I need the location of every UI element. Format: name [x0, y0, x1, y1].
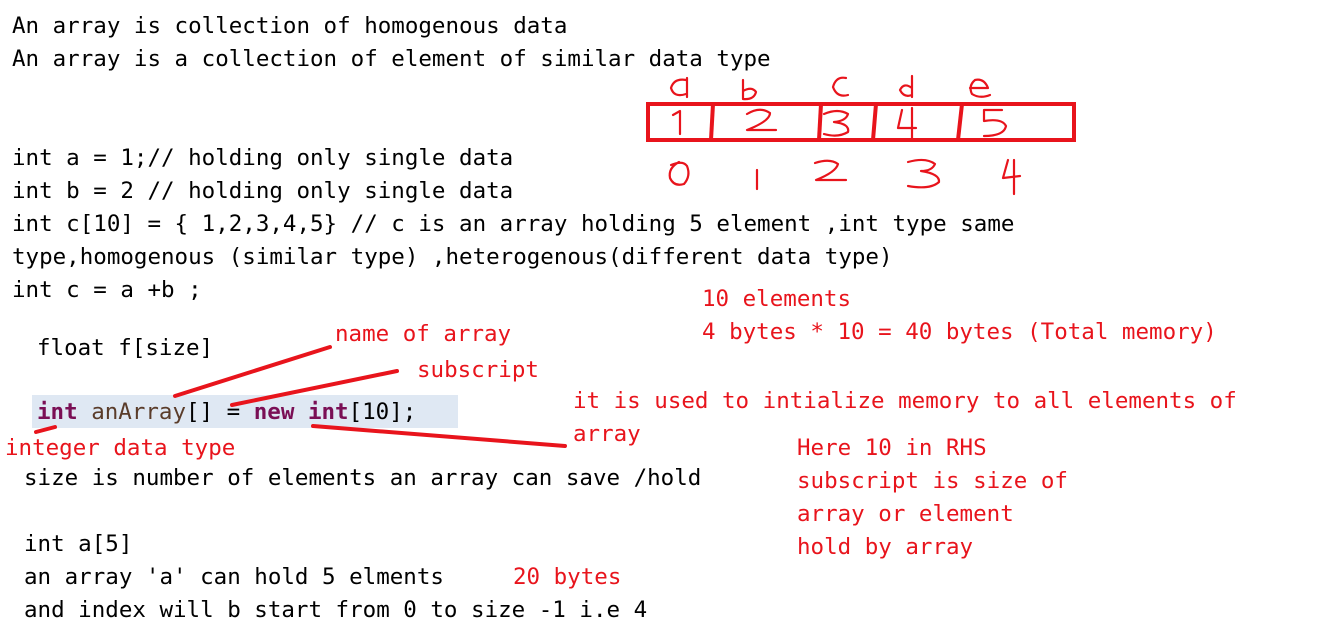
hand-letter-c — [831, 76, 850, 97]
hand-letter-b — [741, 78, 758, 101]
hand-index-2 — [813, 159, 848, 182]
pointer-int — [34, 425, 57, 434]
hand-index-0 — [668, 160, 690, 186]
hand-index-4 — [1001, 158, 1022, 196]
array-box-divider-2 — [817, 103, 823, 141]
hand-value-1 — [671, 109, 682, 136]
array-box-divider-3 — [871, 103, 878, 141]
hand-letter-e — [968, 78, 992, 98]
pointer-new — [311, 424, 567, 448]
handwritten-annotations — [34, 74, 1076, 448]
hand-value-4 — [896, 106, 918, 140]
hand-letter-d — [898, 74, 914, 99]
hand-index-3 — [906, 158, 941, 189]
array-box-divider-1 — [709, 103, 715, 141]
hand-value-2 — [745, 108, 778, 132]
array-box-divider-4 — [956, 103, 964, 141]
hand-value-3 — [822, 109, 850, 137]
hand-letter-a — [669, 76, 689, 99]
hand-value-5 — [982, 108, 1008, 138]
pointer-subscript — [230, 369, 399, 407]
